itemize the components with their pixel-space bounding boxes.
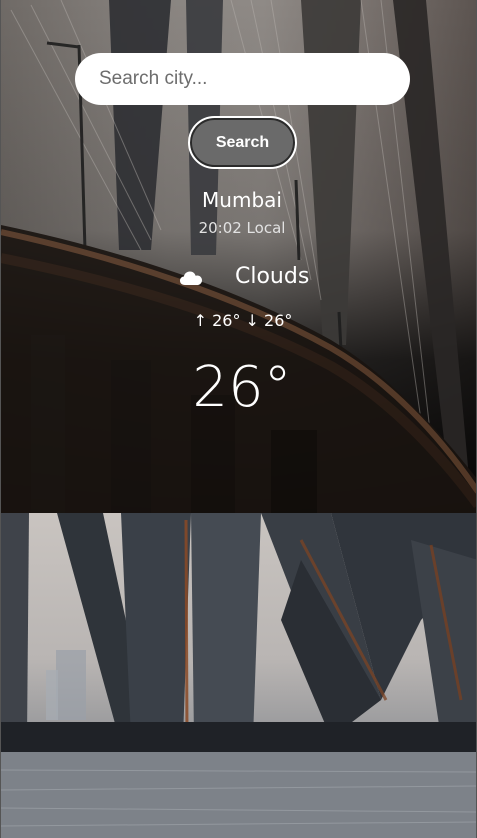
- search-button[interactable]: Search: [188, 116, 297, 169]
- search-input[interactable]: [75, 53, 410, 105]
- weather-app: Search Mumbai 20:02 Local Clouds ↑ 26° ↓…: [0, 0, 477, 838]
- weather-condition: Clouds: [235, 264, 310, 289]
- current-temperature: 26°: [192, 355, 292, 420]
- cloud-icon: [180, 271, 202, 285]
- city-name: Mumbai: [202, 188, 282, 212]
- temp-min-max: ↑ 26° ↓ 26°: [193, 311, 293, 330]
- local-time: 20:02 Local: [198, 219, 286, 237]
